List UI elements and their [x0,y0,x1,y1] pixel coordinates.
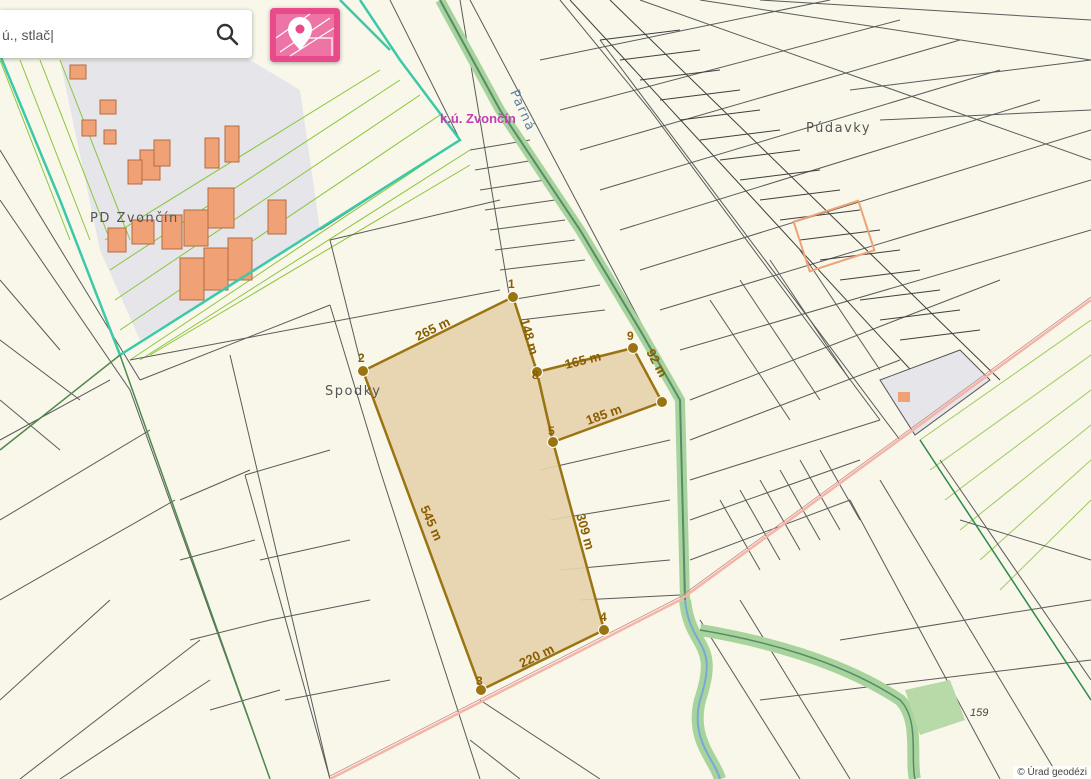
place-label-pd-zvoncin: PD Zvončín [90,211,179,226]
small-building [898,392,910,402]
cadastral-area-label: k.ú. Zvončín [440,111,516,126]
vertex-handle[interactable] [627,342,639,354]
vertex-handle[interactable] [357,365,369,377]
vertex-label: 3 [476,674,483,688]
search-box [0,10,252,60]
vertex-handle[interactable] [656,396,668,408]
vertex-label: 4 [600,610,607,624]
cadastral-map[interactable]: 2 1 8 5 4 3 9 265 m 148 m 165 m 92 m 185… [0,0,1091,779]
map-location-button[interactable] [270,8,340,62]
place-label-pudavky: Púdavky [806,121,871,136]
map-pin-icon [275,13,335,57]
search-button[interactable] [212,19,244,49]
search-icon [216,23,239,46]
vertex-label: 9 [627,329,634,343]
vertex-label: 5 [548,424,555,438]
search-input[interactable] [0,10,204,60]
vertex-handle[interactable] [598,624,610,636]
parcel-number-label: 159 [970,707,988,719]
vertex-label: 1 [508,277,515,291]
attribution: © Úrad geodézi [1013,766,1091,779]
place-label-spodky: Spodky [325,384,381,399]
vertex-label: 8 [532,368,539,382]
vertex-handle[interactable] [547,436,559,448]
vertex-label: 2 [358,351,365,365]
vertex-handle[interactable] [507,291,519,303]
